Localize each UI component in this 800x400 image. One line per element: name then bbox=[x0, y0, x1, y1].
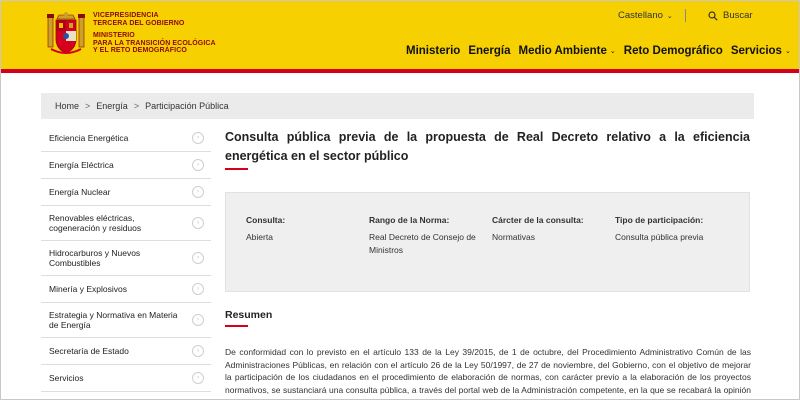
nav-item-ministerio[interactable]: Ministerio bbox=[406, 45, 460, 57]
sidebar-item-mineria[interactable]: Minería y Explosivos › bbox=[41, 276, 211, 303]
nav-label: Servicios bbox=[730, 45, 782, 57]
chevron-right-icon: › bbox=[192, 345, 204, 357]
nav-label: Energía bbox=[468, 45, 511, 57]
nav-item-energia[interactable]: Energía bbox=[468, 45, 510, 57]
info-rango-norma: Rango de la Norma: Real Decreto de Conse… bbox=[369, 214, 487, 257]
breadcrumb-home[interactable]: Home bbox=[55, 101, 79, 111]
chevron-right-icon: › bbox=[192, 132, 204, 144]
sidebar-item-secretaria[interactable]: Secretaría de Estado › bbox=[41, 338, 211, 365]
summary-underline bbox=[225, 325, 248, 327]
sidebar-item-label: Servicios bbox=[49, 373, 84, 383]
info-value: Abierta bbox=[246, 232, 273, 242]
chevron-right-icon: › bbox=[192, 217, 204, 229]
summary-text: De conformidad con lo previsto en el art… bbox=[225, 347, 751, 399]
sidebar-item-renovables[interactable]: Renovables eléctricas, cogeneración y re… bbox=[41, 206, 211, 241]
browser-frame: VICEPRESIDENCIA TERCERA DEL GOBIERNO MIN… bbox=[0, 0, 800, 400]
breadcrumb-current: Participación Pública bbox=[145, 101, 229, 111]
main-nav: Ministerio Energía Medio Ambiente ⌄ Reto… bbox=[406, 45, 799, 57]
gov-line-1: VICEPRESIDENCIA bbox=[93, 12, 159, 19]
info-tipo-participacion: Tipo de participación: Consulta pública … bbox=[615, 214, 733, 244]
sidebar-item-label: Secretaría de Estado bbox=[49, 346, 129, 356]
info-value: Real Decreto de Consejo de Ministros bbox=[369, 232, 476, 255]
gov-line-2: TERCERA DEL GOBIERNO bbox=[93, 19, 185, 27]
header-divider bbox=[685, 9, 686, 22]
government-title[interactable]: VICEPRESIDENCIA TERCERA DEL GOBIERNO MIN… bbox=[93, 12, 216, 55]
sidebar-menu: Eficiencia Energética › Energía Eléctric… bbox=[41, 125, 211, 392]
nav-label: Medio Ambiente bbox=[518, 45, 607, 57]
chevron-right-icon: › bbox=[192, 314, 204, 326]
info-value: Consulta pública previa bbox=[615, 232, 704, 242]
chevron-right-icon: › bbox=[192, 372, 204, 384]
sidebar-item-servicios[interactable]: Servicios › bbox=[41, 365, 211, 392]
chevron-right-icon: › bbox=[192, 283, 204, 295]
search-button[interactable]: Buscar bbox=[708, 10, 753, 21]
sidebar-item-estrategia[interactable]: Estrategia y Normativa en Materia de Ene… bbox=[41, 303, 211, 338]
breadcrumb-separator: > bbox=[133, 101, 140, 111]
chevron-right-icon: › bbox=[192, 159, 204, 171]
chevron-right-icon: › bbox=[192, 252, 204, 264]
breadcrumb-energia[interactable]: Energía bbox=[96, 101, 128, 111]
nav-item-reto-demografico[interactable]: Reto Demográfico bbox=[624, 45, 723, 57]
search-icon bbox=[708, 10, 718, 21]
coat-of-arms-logo[interactable] bbox=[45, 11, 87, 57]
page-title: Consulta pública previa de la propuesta … bbox=[225, 130, 750, 163]
sidebar-item-label: Energía Eléctrica bbox=[49, 160, 114, 170]
sidebar-item-label: Energía Nuclear bbox=[49, 187, 111, 197]
chevron-down-icon: ⌄ bbox=[784, 48, 791, 55]
chevron-down-icon: ⌄ bbox=[609, 48, 616, 55]
nav-item-medio-ambiente[interactable]: Medio Ambiente ⌄ bbox=[519, 45, 616, 57]
sidebar-item-label: Hidrocarburos y Nuevos Combustibles bbox=[49, 248, 141, 268]
site-header: VICEPRESIDENCIA TERCERA DEL GOBIERNO MIN… bbox=[1, 1, 799, 73]
nav-label: Ministerio bbox=[406, 45, 461, 57]
ministry-line-3: Y EL RETO DEMOGRÁFICO bbox=[93, 47, 187, 54]
sidebar-item-hidrocarburos[interactable]: Hidrocarburos y Nuevos Combustibles › bbox=[41, 241, 211, 276]
nav-label: Reto Demográfico bbox=[623, 45, 723, 57]
sidebar-item-label: Minería y Explosivos bbox=[49, 284, 127, 294]
language-selector[interactable]: Castellano ⌄ bbox=[618, 10, 673, 21]
ministry-line-1: MINISTERIO bbox=[93, 32, 135, 39]
info-consulta: Consulta: Abierta bbox=[246, 214, 364, 244]
info-label: Tipo de participación: bbox=[615, 215, 704, 225]
sidebar-item-nuclear[interactable]: Energía Nuclear › bbox=[41, 179, 211, 206]
info-value: Normativas bbox=[492, 232, 535, 242]
info-label: Cárcter de la consulta: bbox=[492, 215, 584, 225]
breadcrumb-separator: > bbox=[85, 101, 91, 111]
sidebar-item-eficiencia[interactable]: Eficiencia Energética › bbox=[41, 125, 211, 152]
chevron-right-icon: › bbox=[192, 186, 204, 198]
sidebar-item-label: Estrategia y Normativa en Materia de Ene… bbox=[49, 310, 178, 330]
sidebar-item-label: Renovables eléctricas, cogeneración y re… bbox=[49, 213, 142, 233]
chevron-down-icon: ⌄ bbox=[666, 12, 673, 20]
sidebar-item-label: Eficiencia Energética bbox=[49, 133, 129, 143]
search-label: Buscar bbox=[723, 10, 753, 21]
sidebar-item-electrica[interactable]: Energía Eléctrica › bbox=[41, 152, 211, 179]
consultation-info-box: Consulta: Abierta Rango de la Norma: Rea… bbox=[225, 192, 750, 292]
info-label: Rango de la Norma: bbox=[369, 215, 450, 225]
language-label: Castellano bbox=[618, 10, 663, 21]
summary-heading: Resumen bbox=[225, 309, 273, 321]
ministry-line-2: PARA LA TRANSICIÓN ECOLÓGICA bbox=[93, 39, 216, 47]
breadcrumb: Home > Energía > Participación Pública bbox=[41, 93, 754, 119]
info-label: Consulta: bbox=[246, 215, 286, 225]
nav-item-servicios[interactable]: Servicios ⌄ bbox=[731, 45, 791, 57]
title-underline bbox=[225, 168, 248, 170]
info-caracter: Cárcter de la consulta: Normativas bbox=[492, 214, 610, 244]
